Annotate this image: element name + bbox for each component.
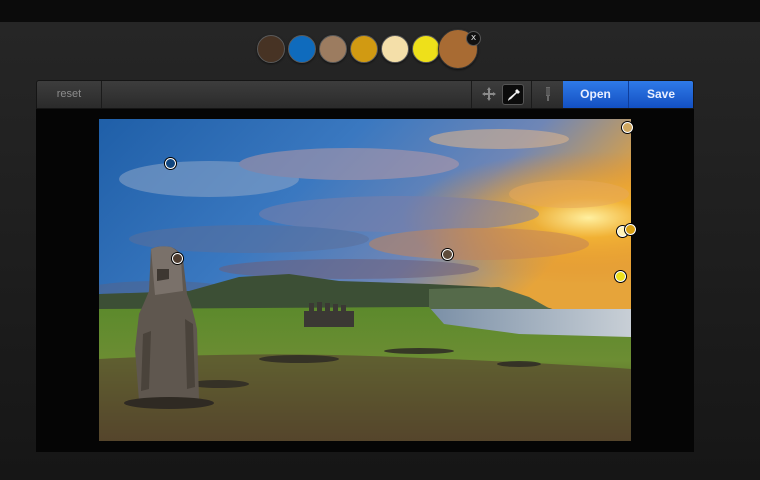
swatch-dark-brown[interactable] xyxy=(257,35,285,63)
sample-pin[interactable] xyxy=(172,253,183,264)
photo-canvas[interactable] xyxy=(99,119,631,441)
brush-tool-button[interactable] xyxy=(537,84,559,105)
sample-pin[interactable] xyxy=(622,122,633,133)
top-bar xyxy=(0,0,760,22)
eyedropper-tool-button[interactable] xyxy=(502,84,524,105)
swatch-cream[interactable] xyxy=(381,35,409,63)
reset-button[interactable]: reset xyxy=(37,81,102,108)
toolbar: reset Open Save xyxy=(36,80,694,109)
eyedropper-icon xyxy=(508,89,520,101)
sample-pin[interactable] xyxy=(625,224,636,235)
toolbar-divider xyxy=(471,81,472,108)
swatch-gold[interactable] xyxy=(350,35,378,63)
swatch-yellow[interactable] xyxy=(412,35,440,63)
swatch-remove-button[interactable]: x xyxy=(466,31,481,46)
sample-pin[interactable] xyxy=(615,271,626,282)
move-icon xyxy=(482,87,496,101)
sample-pin[interactable] xyxy=(442,249,453,260)
landscape-photo xyxy=(99,119,631,441)
brush-icon xyxy=(546,87,550,101)
save-button[interactable]: Save xyxy=(629,81,693,108)
sample-pin[interactable] xyxy=(165,158,176,169)
open-button[interactable]: Open xyxy=(563,81,629,108)
toolbar-divider xyxy=(531,81,532,108)
swatch-tan[interactable] xyxy=(319,35,347,63)
swatch-blue[interactable] xyxy=(288,35,316,63)
move-tool-button[interactable] xyxy=(478,84,500,105)
